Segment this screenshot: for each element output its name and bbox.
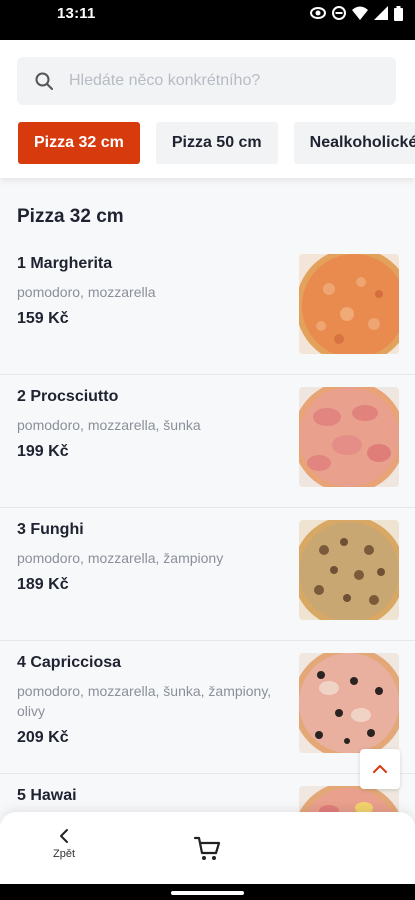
wifi-icon bbox=[352, 6, 368, 20]
menu-item-margherita[interactable]: 1 Margherita pomodoro, mozzarella 159 Kč bbox=[0, 242, 415, 375]
item-name: 2 Procsciutto bbox=[17, 388, 119, 405]
search-icon bbox=[35, 72, 53, 90]
menu-item-capricciosa[interactable]: 4 Capricciosa pomodoro, mozzarella, šunk… bbox=[0, 641, 415, 774]
item-price: 209 Kč bbox=[17, 729, 69, 746]
pizza-margherita-image bbox=[299, 254, 399, 354]
item-description: pomodoro, mozzarella, šunka, žampiony, o… bbox=[17, 683, 272, 719]
search-input[interactable] bbox=[69, 72, 369, 90]
category-tabs: Pizza 32 cm Pizza 50 cm Nealkoholické ná… bbox=[18, 122, 415, 164]
home-handle[interactable] bbox=[171, 891, 244, 895]
bottom-bar: Zpět bbox=[0, 812, 415, 884]
item-name: 3 Funghi bbox=[17, 521, 84, 538]
status-icons bbox=[310, 4, 403, 22]
menu-content: Pizza 32 cm 1 Margherita pomodoro, mozza… bbox=[0, 178, 415, 884]
menu-item-procsciutto[interactable]: 2 Procsciutto pomodoro, mozzarella, šunk… bbox=[0, 375, 415, 508]
item-name: 1 Margherita bbox=[17, 255, 113, 272]
system-nav-bar bbox=[0, 884, 415, 900]
tab-pizza-32[interactable]: Pizza 32 cm bbox=[18, 122, 140, 164]
chevron-up-icon bbox=[373, 765, 387, 773]
chevron-left-icon bbox=[60, 829, 68, 843]
signal-icon bbox=[374, 6, 388, 20]
item-description: pomodoro, mozzarella, žampiony bbox=[17, 550, 224, 566]
header: Pizza 32 cm Pizza 50 cm Nealkoholické ná… bbox=[0, 40, 415, 178]
battery-icon bbox=[394, 5, 403, 21]
menu-item-funghi[interactable]: 3 Funghi pomodoro, mozzarella, žampiony … bbox=[0, 508, 415, 641]
item-price: 199 Kč bbox=[17, 443, 69, 460]
tab-label: Pizza 32 cm bbox=[34, 134, 124, 151]
pizza-capricciosa-image bbox=[299, 653, 399, 753]
item-name: 4 Capricciosa bbox=[17, 654, 122, 671]
status-bar: 13:11 bbox=[0, 0, 415, 40]
cart-button[interactable] bbox=[193, 834, 221, 867]
section-title: Pizza 32 cm bbox=[17, 206, 124, 227]
item-price: 189 Kč bbox=[17, 576, 69, 593]
item-description: pomodoro, mozzarella, šunka bbox=[17, 417, 201, 433]
pizza-procsciutto-image bbox=[299, 387, 399, 487]
item-price: 159 Kč bbox=[17, 310, 69, 327]
back-button[interactable]: Zpět bbox=[44, 828, 84, 860]
item-name: 5 Hawai bbox=[17, 787, 77, 804]
tab-label: Pizza 50 cm bbox=[171, 134, 262, 151]
tab-nealkoholicke[interactable]: Nealkoholické nápoje bbox=[293, 122, 415, 164]
pizza-funghi-image bbox=[299, 520, 399, 620]
cart-icon bbox=[193, 836, 221, 860]
status-time: 13:11 bbox=[57, 5, 96, 22]
search-bar[interactable] bbox=[17, 57, 396, 105]
tab-pizza-50[interactable]: Pizza 50 cm bbox=[155, 122, 278, 164]
scroll-to-top-button[interactable] bbox=[360, 749, 400, 789]
back-label: Zpět bbox=[52, 848, 75, 860]
app-screen: Pizza 32 cm Pizza 50 cm Nealkoholické ná… bbox=[0, 40, 415, 884]
tab-label: Nealkoholické nápoje bbox=[309, 134, 415, 151]
item-description: pomodoro, mozzarella bbox=[17, 284, 156, 300]
do-not-disturb-icon bbox=[332, 6, 346, 20]
eye-icon bbox=[310, 7, 326, 19]
